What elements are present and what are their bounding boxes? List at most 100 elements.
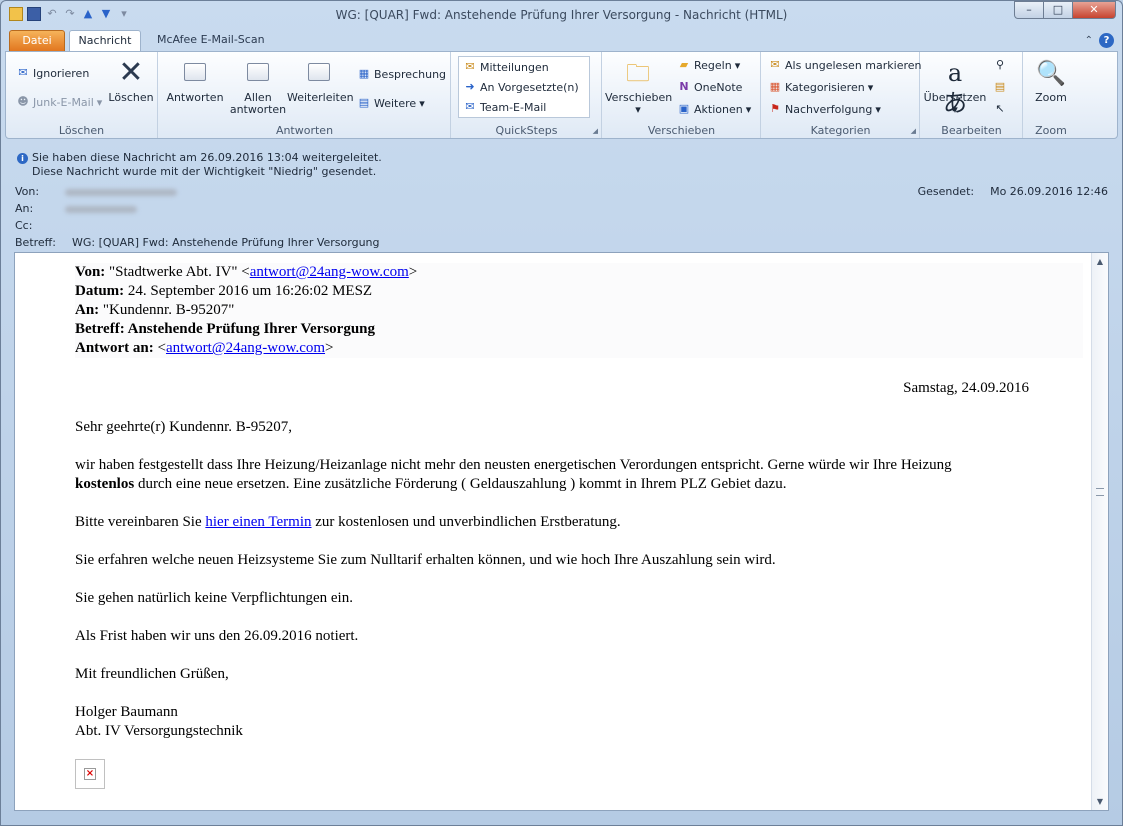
tab-mcafee-email-scan[interactable]: McAfee E-Mail-Scan xyxy=(147,30,275,52)
delete-x-icon: ✕ xyxy=(118,55,144,90)
quickstep-item[interactable]: ✉ Mitteilungen xyxy=(463,60,548,74)
minimize-button[interactable]: – xyxy=(1014,1,1044,19)
quickstep-icon: ➜ xyxy=(465,80,475,93)
chevron-down-icon: ▾ xyxy=(867,80,874,94)
find-binoculars-icon[interactable]: ⚲ xyxy=(993,58,1007,72)
vertical-scrollbar[interactable]: ▲ ▼ xyxy=(1091,253,1108,810)
help-icon[interactable]: ? xyxy=(1099,33,1114,48)
rules-icon: ▰ xyxy=(679,58,689,71)
group-zoom: 🔍 Zoom Zoom xyxy=(1024,52,1078,138)
paragraph-2: Bitte vereinbaren Sie hier einen Termin … xyxy=(75,514,621,530)
chevron-down-icon: ▾ xyxy=(419,96,425,110)
broken-image-icon: × xyxy=(84,768,96,780)
follow-up-button[interactable]: ⚑ Nachverfolgung ▾ xyxy=(768,102,881,116)
signature-name: Holger Baumann xyxy=(75,704,178,720)
group-loeschen: ✉ Ignorieren ☻ Junk-E-Mail ▾ ✕ Löschen L… xyxy=(6,52,158,138)
sent-value: Mo 26.09.2016 12:46 xyxy=(990,185,1108,198)
chevron-down-icon: ▾ xyxy=(635,103,641,116)
title-bar: ↶ ↷ ▲ ▼ ▾ WG: [QUAR] Fwd: Anstehende Prü… xyxy=(1,1,1122,29)
quicksteps-gallery: ✉ Mitteilungen ➜ An Vorgesetzte(n) ✉ Tea… xyxy=(458,56,590,118)
actions-button[interactable]: ▣ Aktionen ▾ xyxy=(677,102,751,116)
broken-image[interactable]: × xyxy=(75,759,105,789)
subject-row: Betreff: WG: [QUAR] Fwd: Anstehende Prüfu… xyxy=(15,236,380,249)
zoom-button[interactable]: 🔍 Zoom xyxy=(1028,58,1074,104)
paragraph-4: Sie gehen natürlich keine Verpflichtunge… xyxy=(75,590,353,606)
sender-email-link[interactable]: antwort@24ang-wow.com xyxy=(250,264,409,280)
sent-row: Gesendet: Mo 26.09.2016 12:46 xyxy=(917,185,1108,198)
chevron-down-icon: ▾ xyxy=(745,102,752,116)
select-cursor-icon[interactable]: ↖ xyxy=(993,102,1007,116)
forward-button[interactable]: Weiterleiten xyxy=(287,58,354,104)
message-window: ↶ ↷ ▲ ▼ ▾ WG: [QUAR] Fwd: Anstehende Prü… xyxy=(0,0,1123,826)
chevron-down-icon: ▾ xyxy=(96,95,103,109)
scroll-grip[interactable] xyxy=(1096,488,1104,496)
message-header: i Sie haben diese Nachricht am 26.09.2016… xyxy=(5,141,1118,251)
actions-icon: ▣ xyxy=(678,102,690,115)
translate-button[interactable]: aあ Übersetzen ▾ xyxy=(923,58,987,117)
maximize-button[interactable]: □ xyxy=(1043,1,1073,19)
delete-button[interactable]: ✕ Löschen xyxy=(108,58,154,104)
quickstep-item[interactable]: ➜ An Vorgesetzte(n) xyxy=(463,80,578,94)
redacted-sender xyxy=(65,188,177,196)
quickstep-icon: ✉ xyxy=(465,100,475,113)
window-controls: – □ ✕ xyxy=(1014,1,1116,19)
move-folder-icon: 🗀 xyxy=(626,59,650,87)
collapse-ribbon-icon[interactable]: ⌃ xyxy=(1085,35,1093,46)
categorize-button[interactable]: ▦ Kategorisieren ▾ xyxy=(768,80,873,94)
group-antworten: Antworten Allen antworten Weiterleiten ▦… xyxy=(159,52,451,138)
to-row: An: xyxy=(15,202,137,215)
more-icon: ▤ xyxy=(358,96,370,109)
forwarded-header: Von: "Stadtwerke Abt. IV" <antwort@24ang… xyxy=(75,263,1083,358)
mark-unread-button[interactable]: ✉ Als ungelesen markieren xyxy=(768,58,921,72)
quickstep-icon: ✉ xyxy=(465,60,475,73)
dialog-launcher-icon[interactable]: ◢ xyxy=(911,127,916,135)
unread-envelope-icon: ✉ xyxy=(770,58,780,71)
redacted-recipient xyxy=(65,205,137,213)
chevron-down-icon: ▾ xyxy=(734,58,741,72)
flag-icon: ⚑ xyxy=(770,102,780,115)
paragraph-3: Sie erfahren welche neuen Heizsysteme Si… xyxy=(75,552,776,568)
appointment-link[interactable]: hier einen Termin xyxy=(205,514,311,530)
rules-button[interactable]: ▰ Regeln ▾ xyxy=(677,58,740,72)
reply-all-icon xyxy=(243,58,273,88)
tab-nachricht[interactable]: Nachricht xyxy=(69,30,141,52)
scroll-up-icon[interactable]: ▲ xyxy=(1092,253,1108,270)
letter-date: Samstag, 24.09.2016 xyxy=(903,380,1029,396)
move-button[interactable]: 🗀 Verschieben ▾ xyxy=(605,58,672,116)
paragraph-1: wir haben festgestellt dass Ihre Heizung… xyxy=(75,457,952,492)
reply-button[interactable]: Antworten xyxy=(165,58,225,104)
ribbon: ✉ Ignorieren ☻ Junk-E-Mail ▾ ✕ Löschen L… xyxy=(5,51,1118,139)
group-quicksteps: ✉ Mitteilungen ➜ An Vorgesetzte(n) ✉ Tea… xyxy=(452,52,602,138)
info-bar: i Sie haben diese Nachricht am 26.09.2016… xyxy=(17,151,382,179)
reply-icon xyxy=(180,58,210,88)
dialog-launcher-icon[interactable]: ◢ xyxy=(593,127,598,135)
junk-email-button[interactable]: ☻ Junk-E-Mail ▾ xyxy=(16,95,102,109)
calendar-icon: ▦ xyxy=(358,67,370,80)
chevron-down-icon: ▾ xyxy=(875,102,881,116)
chevron-down-icon: ▾ xyxy=(952,103,958,116)
reply-to-email-link[interactable]: antwort@24ang-wow.com xyxy=(166,340,325,356)
meeting-button[interactable]: ▦ Besprechung xyxy=(357,67,446,81)
group-bearbeiten: aあ Übersetzen ▾ ⚲ ▤ ↖ Bearbeiten xyxy=(921,52,1023,138)
reply-all-button[interactable]: Allen antworten xyxy=(229,58,287,116)
group-kategorien: ✉ Als ungelesen markieren ▦ Kategorisier… xyxy=(762,52,922,138)
group-verschieben: 🗀 Verschieben ▾ ▰ Regeln ▾ N OneNote ▣ A… xyxy=(603,52,761,138)
ignore-button[interactable]: ✉ Ignorieren xyxy=(16,66,89,80)
more-button[interactable]: ▤ Weitere ▾ xyxy=(357,96,425,110)
categorize-icon: ▦ xyxy=(769,80,781,93)
onenote-button[interactable]: N OneNote xyxy=(677,80,742,94)
tab-datei[interactable]: Datei xyxy=(9,30,65,52)
from-row: Von: xyxy=(15,185,177,198)
ribbon-tabs: Datei Nachricht McAfee E-Mail-Scan ⌃ ? xyxy=(1,28,1122,52)
quickstep-item[interactable]: ✉ Team-E-Mail xyxy=(463,100,546,114)
onenote-icon: N xyxy=(679,80,689,93)
scroll-down-icon[interactable]: ▼ xyxy=(1092,793,1108,810)
close-button[interactable]: ✕ xyxy=(1072,1,1116,19)
closing: Mit freundlichen Grüßen, xyxy=(75,666,229,682)
message-body[interactable]: Von: "Stadtwerke Abt. IV" <antwort@24ang… xyxy=(14,252,1109,811)
ignore-icon: ✉ xyxy=(18,66,28,79)
paragraph-5: Als Frist haben wir uns den 26.09.2016 n… xyxy=(75,628,359,644)
mail-content: Von: "Stadtwerke Abt. IV" <antwort@24ang… xyxy=(75,253,1085,789)
greeting: Sehr geehrte(r) Kundennr. B-95207, xyxy=(75,419,293,435)
related-icon[interactable]: ▤ xyxy=(993,80,1007,94)
